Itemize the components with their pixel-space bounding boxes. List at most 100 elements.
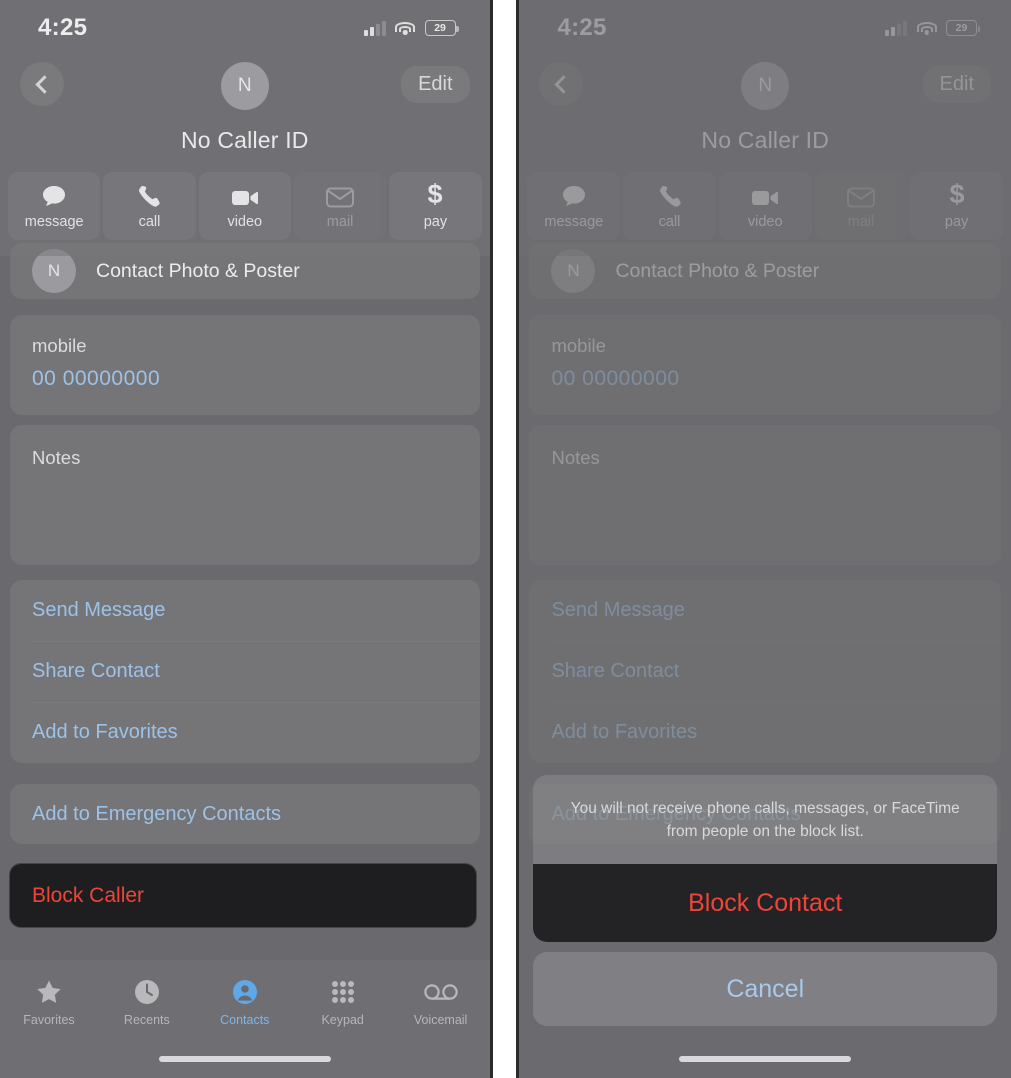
- block-contact-button[interactable]: Block Contact: [533, 864, 997, 942]
- panel-divider: [492, 0, 505, 1078]
- quick-action-mail: mail: [294, 172, 386, 240]
- voicemail-icon: [423, 978, 458, 1006]
- quick-action-video[interactable]: video: [198, 172, 291, 240]
- phone-field-card-dimmed: mobile 00 00000000: [529, 315, 1001, 415]
- svg-text:$: $: [428, 180, 443, 208]
- dollar-sign-icon: $: [425, 180, 445, 208]
- quick-action-pay[interactable]: $ pay: [389, 172, 482, 240]
- nav-header-dimmed: 4:25 29 Edit N No Caller ID message call…: [519, 0, 1011, 256]
- action-sheet-message: You will not receive phone calls, messag…: [570, 799, 960, 841]
- send-message-row[interactable]: Send Message: [10, 580, 480, 641]
- mail-envelope-icon: [846, 182, 875, 208]
- contact-detail-screen-dimmed: N Contact Photo & Poster mobile 00 00000…: [519, 0, 1011, 1078]
- contact-header-dimmed: N No Caller ID: [519, 62, 1011, 154]
- block-contact-action-sheet: You will not receive phone calls, messag…: [533, 774, 997, 1026]
- notes-card-dimmed: Notes: [529, 425, 1001, 565]
- share-contact-row-dimmed: Share Contact: [529, 641, 1001, 702]
- avatar-dimmed: N: [741, 62, 790, 110]
- phone-field-value-dimmed: 00 00000000: [551, 367, 680, 390]
- phone-field-card[interactable]: mobile 00 00000000: [10, 315, 480, 415]
- phone-field-label: mobile: [32, 335, 87, 356]
- tab-contacts[interactable]: Contacts: [196, 978, 294, 1027]
- message-bubble-icon: [41, 182, 67, 208]
- tab-bar: Favorites Recents Contacts Keypad Voicem…: [0, 960, 490, 1078]
- contact-header: N No Caller ID: [0, 62, 490, 154]
- clock-icon: [134, 978, 160, 1006]
- keypad-dots-icon: [330, 978, 356, 1006]
- wifi-icon: [395, 21, 416, 36]
- video-camera-icon: [751, 182, 779, 208]
- quick-action-call[interactable]: call: [103, 172, 196, 240]
- status-bar-right: 4:25 29: [519, 0, 1011, 56]
- battery-percent-label-right: 29: [955, 22, 968, 34]
- battery-icon: 29: [424, 20, 459, 36]
- cellular-bars-icon: [363, 20, 386, 36]
- quick-action-video-dimmed: video: [718, 172, 812, 240]
- quick-action-call-label: call: [138, 214, 161, 230]
- tab-voicemail[interactable]: Voicemail: [392, 978, 490, 1027]
- quick-action-message-dimmed: message: [527, 172, 621, 240]
- quick-action-video-label-dimmed: video: [747, 214, 783, 230]
- notes-label: Notes: [32, 447, 81, 468]
- tab-keypad-label: Keypad: [321, 1013, 364, 1027]
- star-icon: [36, 978, 62, 1006]
- quick-action-call-label-dimmed: call: [658, 214, 681, 230]
- home-indicator-right[interactable]: [679, 1056, 852, 1062]
- add-to-favorites-row-dimmed: Add to Favorites: [529, 702, 1001, 763]
- add-to-favorites-row[interactable]: Add to Favorites: [10, 702, 480, 763]
- dollar-sign-icon: $: [947, 180, 967, 208]
- video-camera-icon: [231, 182, 259, 208]
- status-indicators-right: 29: [885, 20, 981, 36]
- notes-card[interactable]: Notes: [10, 425, 480, 565]
- phone-field-label-dimmed: mobile: [551, 335, 606, 356]
- quick-action-video-label: video: [227, 214, 263, 230]
- block-caller-row[interactable]: Block Caller: [10, 864, 476, 927]
- contact-photo-poster-label-dimmed: Contact Photo & Poster: [615, 259, 820, 282]
- phone-handset-icon: [658, 182, 682, 208]
- share-contact-row[interactable]: Share Contact: [10, 641, 480, 702]
- phone-panel-right: N Contact Photo & Poster mobile 00 00000…: [516, 0, 1011, 1078]
- wifi-icon: [916, 21, 937, 36]
- page-title-dimmed: No Caller ID: [701, 127, 830, 153]
- tab-recents[interactable]: Recents: [98, 978, 196, 1027]
- quick-action-pay-dimmed: $ pay: [910, 172, 1003, 240]
- quick-action-message[interactable]: message: [8, 172, 101, 240]
- svg-text:$: $: [949, 180, 964, 208]
- tab-favorites[interactable]: Favorites: [0, 978, 98, 1027]
- tab-favorites-label: Favorites: [23, 1013, 75, 1027]
- tutorial-two-panel-stage: N Contact Photo & Poster mobile 00 00000…: [0, 0, 1011, 1078]
- action-sheet-group: You will not receive phone calls, messag…: [533, 774, 997, 942]
- contact-actions-card-dimmed: Send Message Share Contact Add to Favori…: [529, 580, 1001, 763]
- nav-header: 4:25 29 Edit N No Caller ID message call…: [0, 0, 490, 256]
- mail-envelope-icon: [326, 182, 355, 208]
- phone-handset-icon: [137, 182, 161, 208]
- quick-action-message-label: message: [24, 214, 84, 230]
- quick-action-message-label-dimmed: message: [544, 214, 604, 230]
- person-circle-icon: [232, 978, 258, 1006]
- contact-photo-poster-label: Contact Photo & Poster: [96, 259, 300, 282]
- cancel-button[interactable]: Cancel: [533, 952, 997, 1026]
- quick-action-mail-label-dimmed: mail: [847, 214, 875, 230]
- status-clock: 4:25: [38, 14, 88, 41]
- cellular-bars-icon: [885, 20, 907, 36]
- tab-contacts-label: Contacts: [220, 1013, 270, 1027]
- tab-recents-label: Recents: [123, 1013, 170, 1027]
- quick-action-pay-label-dimmed: pay: [944, 214, 969, 230]
- tab-voicemail-label: Voicemail: [413, 1013, 468, 1027]
- battery-percent-label: 29: [434, 22, 446, 34]
- phone-panel-left: N Contact Photo & Poster mobile 00 00000…: [0, 0, 493, 1078]
- avatar[interactable]: N: [220, 62, 269, 110]
- contact-detail-screen: N Contact Photo & Poster mobile 00 00000…: [0, 0, 490, 1078]
- send-message-row-dimmed: Send Message: [551, 599, 685, 621]
- quick-action-call-dimmed: call: [623, 172, 716, 240]
- phone-field-value[interactable]: 00 00000000: [32, 367, 458, 391]
- quick-actions-row-dimmed: message call video mail $ pay: [527, 172, 1003, 240]
- status-indicators: 29: [363, 20, 459, 36]
- tab-keypad[interactable]: Keypad: [294, 978, 392, 1027]
- message-bubble-icon: [561, 182, 587, 208]
- add-to-emergency-contacts-row[interactable]: Add to Emergency Contacts: [10, 784, 480, 844]
- notes-label-dimmed: Notes: [551, 447, 600, 468]
- page-title: No Caller ID: [180, 127, 309, 153]
- status-clock-right: 4:25: [557, 14, 607, 41]
- home-indicator[interactable]: [158, 1056, 331, 1062]
